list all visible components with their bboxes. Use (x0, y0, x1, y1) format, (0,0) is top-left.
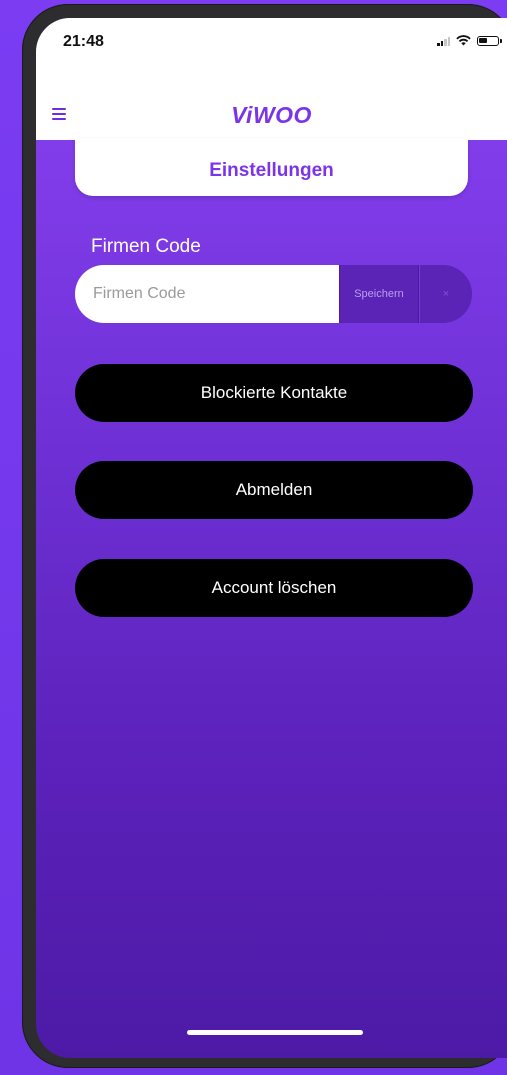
page-title: Einstellungen (209, 160, 334, 181)
close-icon: × (442, 288, 450, 300)
app-screen: 21:48 ViWOO Einstellungen Firmen Code Fi… (36, 18, 507, 1058)
clear-code-button[interactable]: × (420, 265, 472, 323)
company-code-row: Speichern × (75, 265, 475, 323)
page-background: 21:48 ViWOO Einstellungen Firmen Code Fi… (0, 0, 507, 1075)
status-icons (437, 35, 502, 46)
logout-button[interactable]: Abmelden (75, 461, 473, 519)
company-code-label: Firmen Code (91, 236, 201, 257)
company-code-input[interactable] (75, 265, 339, 323)
save-code-button[interactable]: Speichern (339, 265, 419, 323)
delete-account-button[interactable]: Account löschen (75, 559, 473, 617)
wifi-icon (456, 35, 471, 46)
status-time: 21:48 (63, 33, 104, 50)
page-title-card: Einstellungen (75, 138, 468, 196)
status-bar: 21:48 (36, 18, 507, 74)
cellular-signal-icon (437, 36, 450, 46)
blocked-contacts-button[interactable]: Blockierte Kontakte (75, 364, 473, 422)
app-header: ViWOO (36, 74, 507, 140)
home-indicator[interactable] (187, 1030, 363, 1035)
app-logo: ViWOO (231, 102, 312, 128)
battery-icon (477, 35, 502, 46)
